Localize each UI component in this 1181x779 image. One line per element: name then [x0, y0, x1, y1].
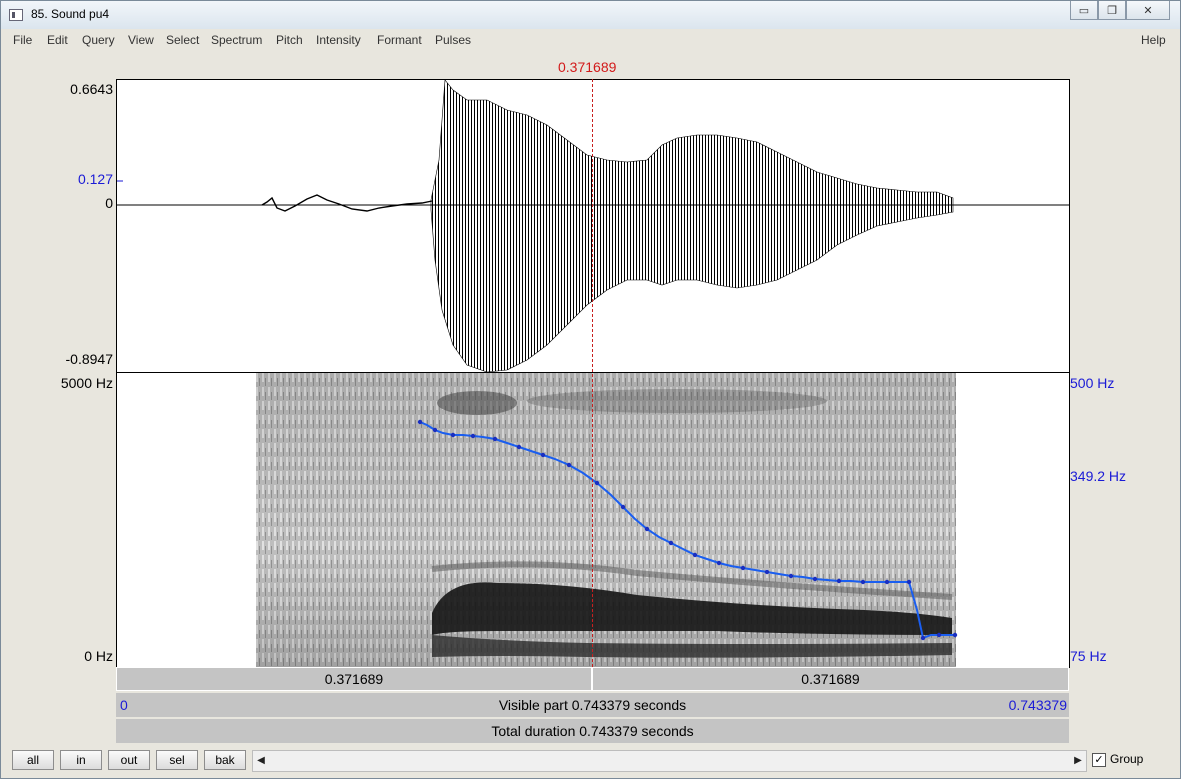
- editor-content: 0.371689 0.6643 0.127 0 -0.8947 5000 Hz …: [9, 51, 1171, 745]
- zoom-back-button[interactable]: bak: [204, 750, 246, 770]
- menu-formant[interactable]: Formant: [377, 33, 422, 47]
- pitch-bottom-label: 75 Hz: [1070, 648, 1107, 664]
- visible-end-label: 0.743379: [1008, 697, 1067, 713]
- right-part-segment[interactable]: 0.371689: [592, 667, 1069, 691]
- menu-query[interactable]: Query: [82, 33, 115, 47]
- window-title: 85. Sound pu4: [31, 7, 110, 21]
- cursor-time-label: 0.371689: [558, 59, 617, 75]
- minimize-button[interactable]: ▭: [1070, 1, 1098, 20]
- selection-bar: 0.371689 0.371689: [116, 667, 1069, 691]
- group-checkbox[interactable]: ✓: [1092, 753, 1106, 767]
- menu-intensity[interactable]: Intensity: [316, 33, 361, 47]
- total-duration-text: Total duration 0.743379 seconds: [491, 723, 694, 739]
- waveform-zero-label: 0: [105, 195, 113, 211]
- horizontal-scrollbar[interactable]: ◀ ▶: [252, 750, 1087, 772]
- cursor-line[interactable]: [592, 79, 593, 667]
- spectrogram-panel[interactable]: [116, 372, 1070, 668]
- close-button[interactable]: ✕: [1126, 1, 1170, 20]
- visible-part-bar[interactable]: 0 Visible part 0.743379 seconds 0.743379: [116, 693, 1069, 717]
- title-bar[interactable]: 85. Sound pu4 ▭ ❐ ✕: [1, 1, 1180, 29]
- total-duration-bar[interactable]: Total duration 0.743379 seconds: [116, 719, 1069, 743]
- left-part-segment[interactable]: 0.371689: [116, 667, 592, 691]
- menu-file[interactable]: File: [13, 33, 32, 47]
- sound-editor-window: 85. Sound pu4 ▭ ❐ ✕ File Edit Query View…: [0, 0, 1181, 779]
- menu-bar: File Edit Query View Select Spectrum Pit…: [9, 31, 1171, 49]
- spectrogram-bottom-freq-label: 0 Hz: [84, 648, 113, 664]
- pitch-mid-label: 349.2 Hz: [1070, 468, 1127, 484]
- group-label: Group: [1110, 752, 1144, 766]
- menu-select[interactable]: Select: [166, 33, 199, 47]
- visible-start-label: 0: [120, 697, 128, 713]
- spectrogram-graphic: [256, 373, 958, 667]
- zoom-out-button[interactable]: out: [108, 750, 150, 770]
- waveform-value-label: 0.127: [77, 171, 113, 187]
- waveform-max-label: 0.6643: [70, 81, 113, 97]
- bottom-control-bar: all in out sel bak ◀ ▶ ✓ Group: [9, 747, 1171, 773]
- scroll-left-icon[interactable]: ◀: [253, 751, 269, 771]
- visible-part-text: Visible part 0.743379 seconds: [498, 697, 687, 713]
- window-app-icon: [9, 9, 23, 21]
- zoom-in-button[interactable]: in: [60, 750, 102, 770]
- menu-spectrum[interactable]: Spectrum: [211, 33, 262, 47]
- waveform-graphic: [117, 80, 1069, 372]
- scroll-right-icon[interactable]: ▶: [1070, 751, 1086, 771]
- waveform-min-label: -0.8947: [65, 351, 113, 367]
- waveform-panel[interactable]: [116, 79, 1070, 373]
- menu-view[interactable]: View: [128, 33, 154, 47]
- menu-edit[interactable]: Edit: [47, 33, 68, 47]
- spectrogram-top-freq-label: 5000 Hz: [60, 375, 113, 391]
- zoom-all-button[interactable]: all: [12, 750, 54, 770]
- menu-pulses[interactable]: Pulses: [435, 33, 471, 47]
- pitch-top-label: 500 Hz: [1070, 375, 1115, 391]
- menu-pitch[interactable]: Pitch: [276, 33, 303, 47]
- zoom-sel-button[interactable]: sel: [156, 750, 198, 770]
- menu-help[interactable]: Help: [1141, 33, 1166, 47]
- restore-button[interactable]: ❐: [1098, 1, 1126, 20]
